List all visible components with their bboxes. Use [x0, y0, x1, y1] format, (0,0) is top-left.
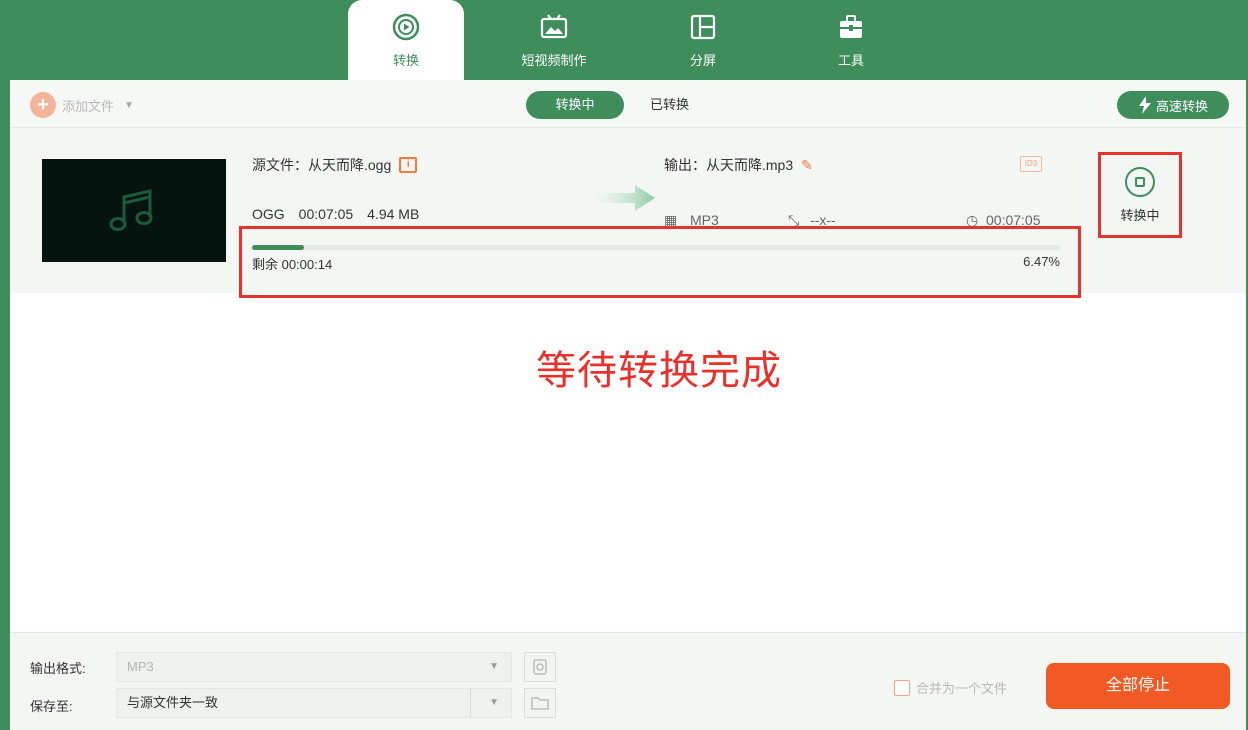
add-file-label: 添加文件: [62, 98, 115, 114]
top-tab-bar: 转换 短视频制作 分屏 工具: [0, 0, 1248, 80]
tab-label: 短视频制作: [521, 52, 587, 68]
merge-label: 合并为一个文件: [916, 681, 1008, 696]
output-format-value: MP3: [127, 659, 154, 674]
lightning-icon: [1138, 96, 1151, 114]
annotation-text: 等待转换完成: [536, 348, 782, 394]
add-file-button[interactable]: + 添加文件 ▼: [30, 92, 134, 118]
chevron-down-icon[interactable]: ▼: [124, 100, 134, 111]
output-format-label: 输出格式:: [30, 661, 86, 676]
music-note-icon: [109, 188, 153, 231]
id3-tag-icon[interactable]: ID3: [1020, 156, 1042, 172]
tab-label: 分屏: [689, 52, 716, 68]
output-label: 输出：从天而降.mp3: [664, 157, 794, 173]
stop-all-button[interactable]: 全部停止: [1046, 663, 1230, 709]
gear-icon: [533, 659, 547, 675]
tab-converting[interactable]: 转换中: [526, 91, 624, 119]
footer: 输出格式: MP3 ▼ 保存至: 与源文件夹一致 ▼ 合并为一个文件 全部停止: [10, 632, 1246, 730]
folder-icon: [531, 697, 549, 710]
output-format: MP3: [690, 212, 719, 228]
tab-converted[interactable]: 已转换: [650, 91, 710, 119]
arrow-right-icon: [595, 183, 657, 218]
tab-convert[interactable]: 转换: [348, 0, 464, 80]
save-to-label: 保存至:: [30, 699, 73, 714]
save-to-select[interactable]: 与源文件夹一致 ▼: [116, 688, 512, 718]
main-panel: + 添加文件 ▼ 转换中 已转换 高速转换 源文件：从天而降.ogg i OGG…: [10, 80, 1246, 730]
source-size: 4.94 MB: [367, 206, 420, 222]
source-meta: OGG 00:07:05 4.94 MB: [252, 206, 419, 222]
audio-thumbnail: [42, 159, 226, 262]
stop-icon: [1125, 166, 1155, 197]
tab-short-video[interactable]: 短视频制作: [506, 0, 602, 80]
toolbox-icon: [836, 12, 866, 42]
merge-checkbox[interactable]: 合并为一个文件: [894, 678, 1007, 697]
output-format-select[interactable]: MP3 ▼: [116, 652, 512, 682]
info-icon[interactable]: i: [399, 157, 418, 173]
output-resolution: --x--: [810, 212, 836, 228]
clock-icon: ◷: [966, 212, 979, 228]
toolbar: + 添加文件 ▼ 转换中 已转换 高速转换: [10, 80, 1246, 128]
stop-convert-button[interactable]: 转换中: [1098, 152, 1182, 238]
source-label: 源文件：从天而降.ogg: [252, 157, 392, 173]
plus-icon: +: [30, 92, 56, 118]
progress-percent: 6.47%: [1023, 254, 1060, 269]
film-icon: ▦: [664, 212, 678, 228]
tab-label: 转换: [392, 52, 419, 68]
split-screen-icon: [688, 12, 718, 42]
save-to-value: 与源文件夹一致: [127, 695, 219, 710]
source-format: OGG: [252, 206, 285, 222]
source-file-name: 源文件：从天而降.ogg i: [252, 155, 418, 175]
chevron-down-icon: ▼: [489, 661, 499, 672]
tab-tools[interactable]: 工具: [808, 0, 894, 80]
progress-fill: [252, 245, 305, 250]
checkbox-icon: [894, 679, 910, 696]
open-folder-button[interactable]: [524, 688, 556, 718]
fast-convert-label: 高速转换: [1155, 98, 1208, 114]
output-duration: 00:07:05: [986, 212, 1041, 228]
tab-split-screen[interactable]: 分屏: [660, 0, 746, 80]
convert-icon: [391, 12, 421, 42]
video-maker-icon: [539, 12, 569, 42]
format-settings-button[interactable]: [524, 652, 556, 682]
tab-label: 工具: [837, 52, 864, 68]
remaining-time: 剩余 00:00:14: [252, 257, 333, 272]
output-meta: ▦ MP3 ⤡ --x-- ◷ 00:07:05: [664, 208, 1054, 228]
resize-icon: ⤡: [788, 212, 800, 228]
chevron-down-icon: ▼: [489, 697, 499, 708]
output-file-name: 输出：从天而降.mp3 ✎: [664, 155, 813, 175]
status-label: 转换中: [1120, 207, 1160, 223]
progress-bar: [252, 245, 1060, 250]
source-duration: 00:07:05: [298, 206, 354, 222]
file-row: 源文件：从天而降.ogg i OGG 00:07:05 4.94 MB 输出：从…: [10, 128, 1246, 293]
edit-icon[interactable]: ✎: [801, 157, 813, 174]
fast-convert-button[interactable]: 高速转换: [1117, 91, 1229, 119]
